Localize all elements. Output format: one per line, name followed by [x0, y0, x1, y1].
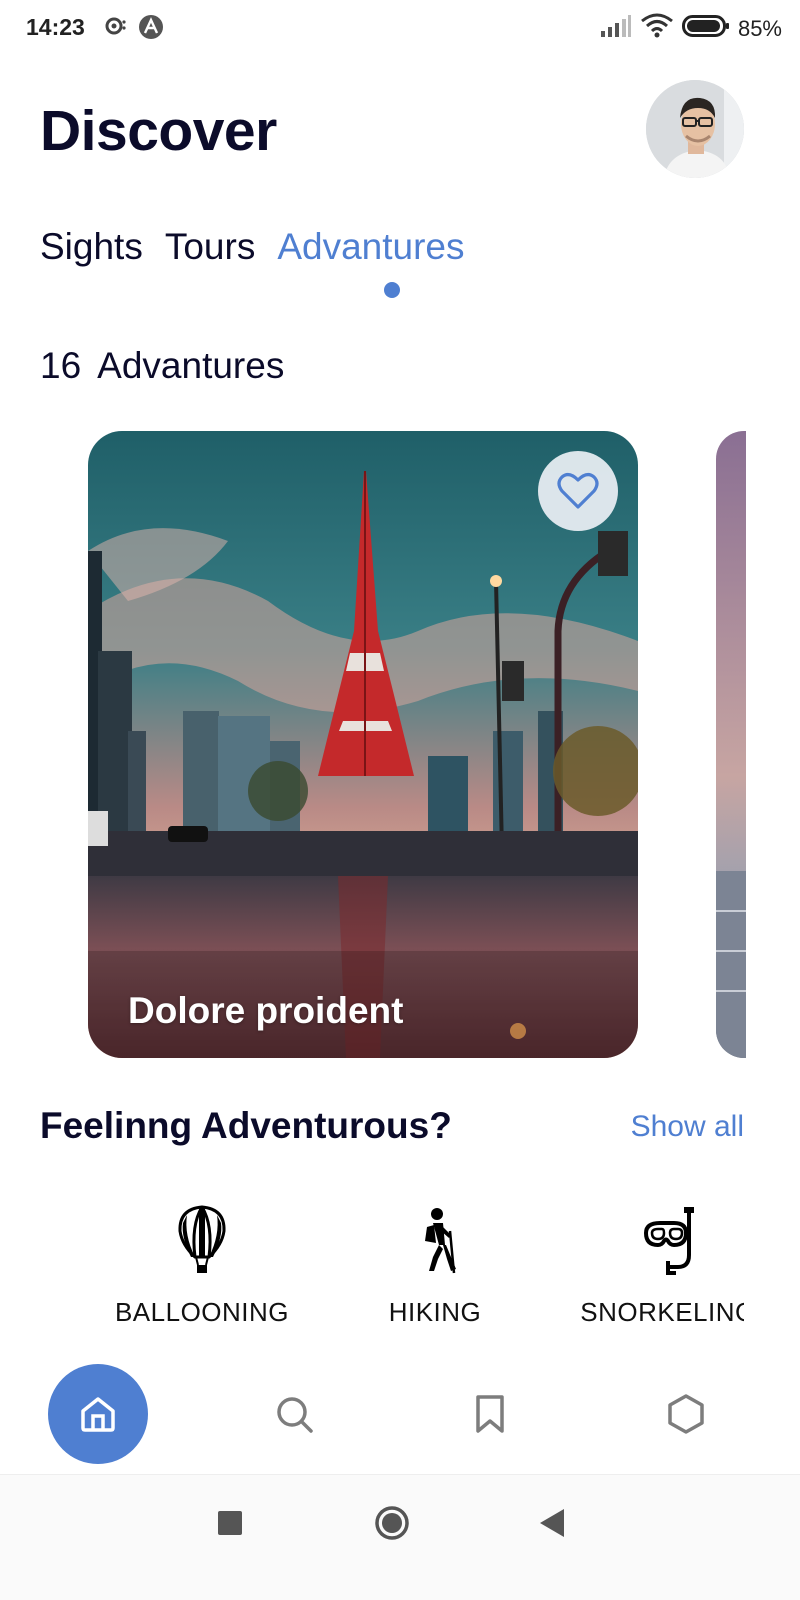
page-title: Discover — [40, 99, 277, 163]
category-hiking[interactable]: HIKING — [335, 1205, 535, 1328]
show-all-link[interactable]: Show all — [631, 1110, 744, 1144]
category-label: BALLOONING — [114, 1297, 290, 1327]
hiker-icon — [425, 1208, 456, 1274]
wifi-icon — [640, 13, 674, 44]
card-title: Dolore proident — [128, 990, 404, 1031]
app-notification-icon — [138, 14, 164, 45]
hexagon-icon — [668, 1394, 704, 1434]
signal-icon — [600, 15, 632, 42]
status-right: 85% — [600, 13, 782, 44]
category-ballooning[interactable]: BALLOONING — [102, 1205, 302, 1328]
featured-card[interactable]: Dolore proident — [88, 431, 638, 1058]
system-navigation-bar — [0, 1474, 800, 1600]
heart-outline-icon — [557, 473, 599, 509]
active-tab-indicator — [384, 282, 400, 298]
battery-percentage: 85% — [737, 15, 782, 41]
status-time: 14:23 — [26, 14, 85, 40]
square-icon — [218, 1511, 242, 1535]
avatar[interactable] — [646, 80, 744, 178]
card-image — [88, 431, 638, 1058]
nav-bookmarks[interactable] — [440, 1364, 540, 1464]
category-snorkeling[interactable]: SNORKELING — [568, 1205, 744, 1328]
nav-more[interactable] — [636, 1364, 736, 1464]
bottom-navigation — [0, 1362, 800, 1472]
back-button[interactable] — [540, 1509, 564, 1542]
activity-categories: BALLOONING HIKING SNORKELING — [0, 1205, 744, 1335]
category-label: HIKING — [388, 1297, 482, 1327]
nav-home[interactable] — [48, 1364, 148, 1464]
notification-icon — [104, 16, 128, 41]
recent-apps-button[interactable] — [218, 1511, 242, 1540]
status-bar: 14:23 85% — [0, 0, 800, 56]
nav-search[interactable] — [244, 1364, 344, 1464]
category-label: SNORKELING — [580, 1297, 744, 1327]
tab-sights[interactable]: Sights — [40, 226, 143, 268]
back-triangle-icon — [540, 1509, 564, 1537]
results-count: 16 — [40, 345, 82, 386]
home-icon — [81, 1397, 115, 1432]
snorkel-mask-icon — [643, 1207, 694, 1275]
battery-icon — [681, 14, 730, 43]
hot-air-balloon-icon — [178, 1205, 226, 1273]
search-icon — [277, 1397, 313, 1433]
section-title: Feelinng Adventurous? — [40, 1105, 452, 1146]
tab-tours[interactable]: Tours — [165, 226, 255, 268]
results-count-heading: 16 Advantures — [40, 345, 284, 387]
favorite-button[interactable] — [538, 451, 618, 531]
results-label: Advantures — [97, 345, 285, 386]
bookmark-icon — [476, 1395, 504, 1433]
category-tabs: Sights Tours Advantures — [40, 226, 465, 268]
next-card-preview[interactable] — [716, 431, 746, 1058]
circle-icon — [375, 1506, 409, 1540]
home-system-button[interactable] — [374, 1505, 410, 1546]
tab-advantures[interactable]: Advantures — [277, 226, 464, 268]
